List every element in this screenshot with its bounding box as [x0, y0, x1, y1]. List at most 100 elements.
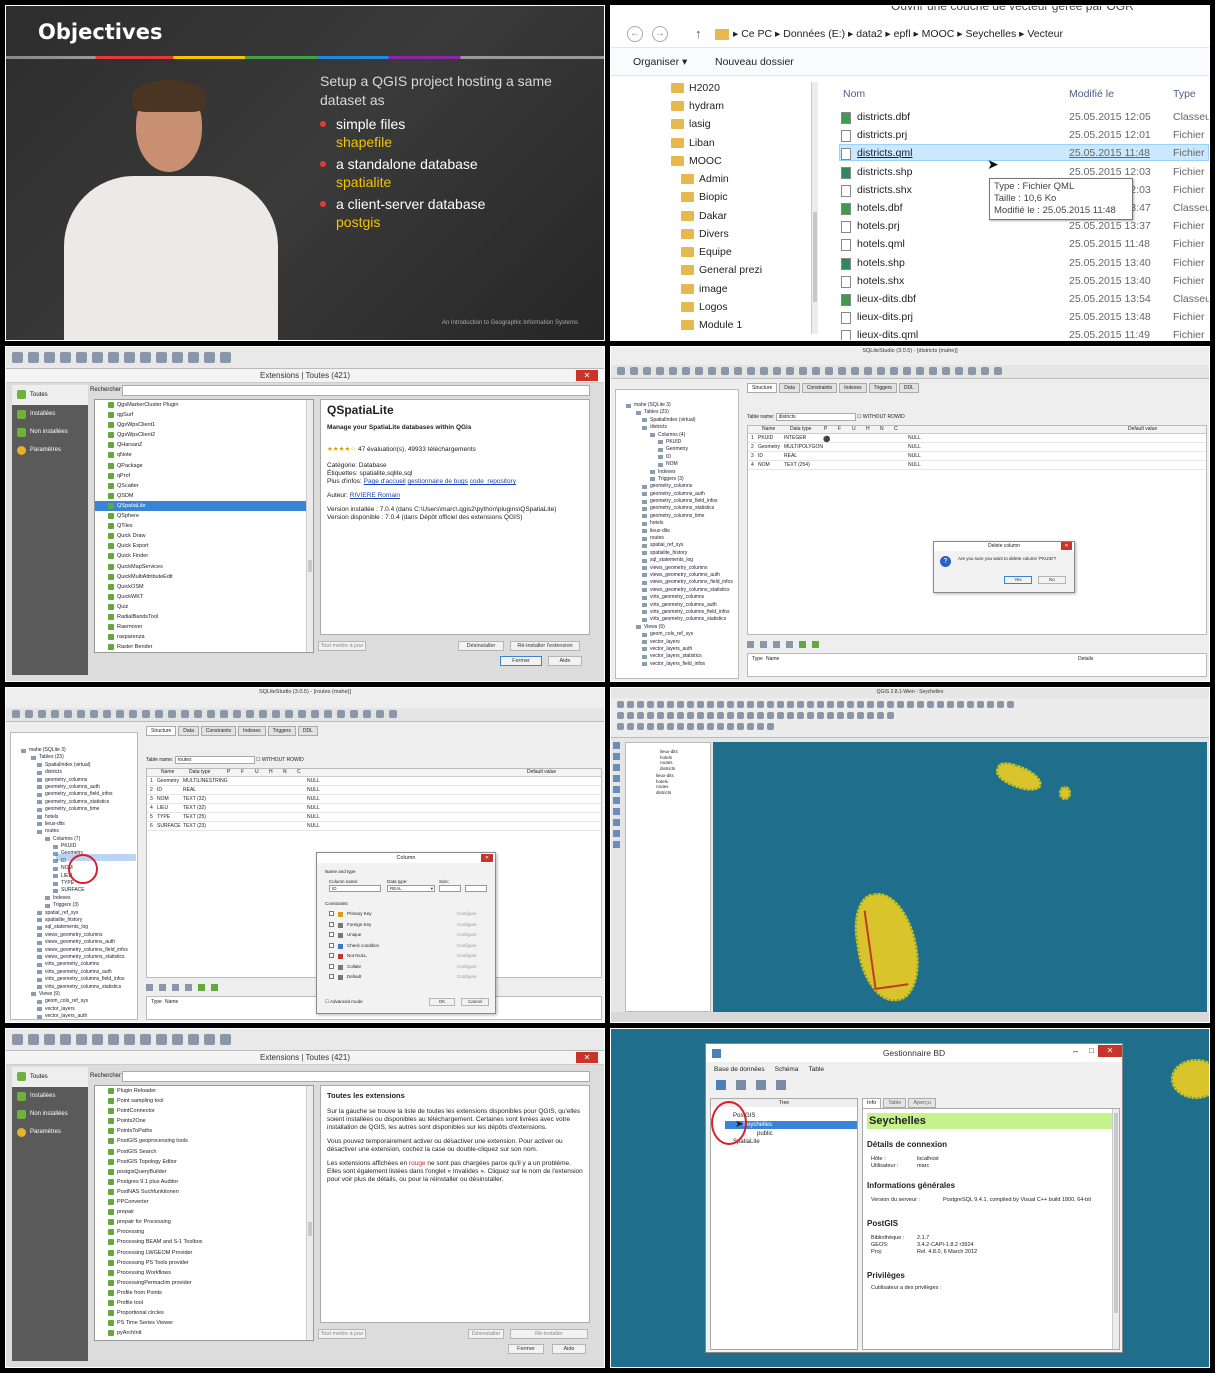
file-row[interactable]: lieux-dits.dbf 25.05.2015 13:54 Classeu — [839, 292, 1209, 308]
plugin-list-item[interactable]: QuickMapServices — [95, 562, 313, 572]
plugin-list-item[interactable]: PointConnector — [95, 1106, 313, 1116]
file-row[interactable]: hotels.shp 25.05.2015 13:40 Fichier — [839, 256, 1209, 272]
tree-item[interactable]: ID — [658, 454, 738, 461]
nav-settings[interactable]: Paramètres — [12, 441, 88, 459]
import-icon[interactable] — [756, 1080, 766, 1090]
reinstall-button[interactable]: Ré-installer — [510, 1329, 588, 1339]
plugin-list-item[interactable]: qNote — [95, 450, 313, 460]
tree-public[interactable]: public — [757, 1131, 773, 1137]
tree-item[interactable]: virts_geometry_columns_statistics — [642, 616, 738, 623]
tab-constraints[interactable]: Constraints — [200, 726, 237, 736]
tree-item[interactable]: PKUID — [53, 843, 137, 850]
tree-item[interactable]: vector_layers_field_infos — [642, 661, 738, 668]
tree-item[interactable]: SURFACE — [53, 887, 137, 894]
column-name-input[interactable]: ID — [329, 885, 381, 892]
folder-item[interactable]: Liban — [669, 137, 715, 149]
up-icon[interactable]: ↑ — [695, 26, 702, 41]
tree-item[interactable]: geometry_columns_time — [37, 806, 137, 813]
tree-item[interactable]: districts — [37, 769, 137, 776]
tree-item[interactable]: views_geometry_columns_auth — [642, 572, 738, 579]
tree-item[interactable]: virts_geometry_columns_auth — [642, 602, 738, 609]
file-row[interactable]: hotels.shx 25.05.2015 13:40 Fichier — [839, 274, 1209, 290]
tree-item[interactable]: spatial_ref_sys — [642, 542, 738, 549]
tab-preview[interactable]: Aperçu — [908, 1098, 936, 1108]
folder-item[interactable]: H2020 — [669, 82, 720, 94]
table-row[interactable]: 4 NOM TEXT (254) NULL — [748, 461, 1206, 470]
tree-item[interactable]: views_geometry_columns_field_infos — [642, 579, 738, 586]
tree-item[interactable]: Geometry — [658, 446, 738, 453]
tree-item[interactable]: Indexes — [45, 895, 137, 902]
tree-item[interactable]: spatialite_history — [37, 917, 137, 924]
close-icon[interactable]: ✕ — [1061, 542, 1072, 550]
nav-all[interactable]: Toutes — [12, 385, 88, 405]
crumb-4[interactable]: epfl — [894, 28, 911, 40]
tree-item[interactable]: hotels — [642, 520, 738, 527]
tree-item[interactable]: Tables (23) — [31, 754, 137, 761]
plugin-list-item[interactable]: QSpatiaLite — [95, 500, 313, 512]
data-type-select[interactable]: REAL ▾ — [387, 885, 435, 892]
plugin-list-item[interactable]: Processing BEAM and S-1 Toolbox — [95, 1237, 313, 1247]
folder-item[interactable]: Equipe — [679, 246, 732, 258]
tree-item[interactable]: geom_cols_ref_sys — [37, 998, 137, 1005]
reinstall-button[interactable]: Ré-installer l'extension — [510, 641, 580, 651]
plugin-list-item[interactable]: pyArchInit — [95, 1328, 313, 1338]
tree-item[interactable]: Columns (7) — [45, 836, 137, 843]
file-row[interactable]: hotels.qml 25.05.2015 11:48 Fichier — [839, 237, 1209, 253]
tab-info[interactable]: Info — [862, 1098, 882, 1108]
configure-button[interactable]: Configure — [457, 920, 477, 930]
tree-item[interactable]: sql_statements_log — [37, 924, 137, 931]
table-row[interactable]: 2 Geometry MULTIPOLYGON NULL — [748, 443, 1206, 452]
constraint-checkbox[interactable] — [329, 932, 334, 937]
folder-item[interactable]: lasig — [669, 118, 711, 130]
info-scrollbar[interactable] — [1112, 1109, 1119, 1349]
search-input[interactable] — [122, 1071, 590, 1082]
tree-item[interactable]: geometry_columns_statistics — [642, 505, 738, 512]
minimize-icon[interactable]: – — [1073, 1046, 1078, 1056]
plugin-list-item[interactable]: Points2One — [95, 1116, 313, 1126]
tree-item[interactable]: geometry_columns — [37, 777, 137, 784]
yes-button[interactable]: Yes — [1004, 576, 1032, 584]
tab-data[interactable]: Data — [779, 383, 800, 393]
file-row[interactable]: hotels.prj 25.05.2015 13:37 Fichier — [839, 219, 1209, 235]
folder-item[interactable]: Divers — [679, 228, 729, 240]
plugin-list-item[interactable]: QPackage — [95, 461, 313, 471]
nav-not-installed[interactable]: Non installées — [12, 1105, 88, 1123]
tree-item[interactable]: lieux-dits — [37, 821, 137, 828]
ok-button[interactable]: OK — [429, 998, 455, 1006]
plugin-list-item[interactable]: PostNAS Suchfunktionen — [95, 1187, 313, 1197]
tree-item[interactable]: Columns (4) — [650, 432, 738, 439]
folder-item[interactable]: Dakar — [679, 210, 727, 222]
folder-item[interactable]: Biopic — [679, 191, 728, 203]
plugin-list-item[interactable]: QSDM — [95, 491, 313, 501]
constraint-checkbox[interactable] — [329, 963, 334, 969]
tree-item[interactable]: NOM — [658, 461, 738, 468]
configure-button[interactable]: Configure — [457, 930, 477, 940]
plugin-list-item[interactable]: postgisQueryBuilder — [95, 1167, 313, 1177]
search-input[interactable] — [122, 385, 590, 396]
tree-item[interactable]: sql_statements_log — [642, 557, 738, 564]
tree-item[interactable]: SpatialIndex (virtual) — [642, 417, 738, 424]
no-button[interactable]: No — [1038, 576, 1066, 584]
plugin-list-item[interactable]: Raster Bender — [95, 642, 313, 652]
tree-item[interactable]: views_geometry_columns_statistics — [37, 954, 137, 961]
table-row[interactable]: 3 NOM TEXT (32) NULL — [147, 795, 601, 804]
tree-item[interactable]: Indexes — [650, 469, 738, 476]
sql-window-icon[interactable] — [736, 1080, 746, 1090]
nav-settings[interactable]: Paramètres — [12, 1123, 88, 1141]
plugin-list-item[interactable]: QTiles — [95, 521, 313, 531]
file-row[interactable]: lieux-dits.prj 25.05.2015 13:48 Fichier — [839, 310, 1209, 326]
tree-item[interactable]: SpatialIndex (virtual) — [37, 762, 137, 769]
file-row[interactable]: lieux-dits.qml 25.05.2015 11:49 Fichier — [839, 328, 1209, 340]
plugin-list-item[interactable]: Quiz — [95, 602, 313, 612]
configure-button[interactable]: Configure — [457, 909, 477, 919]
tree-item[interactable]: virts_geometry_columns_field_infos — [37, 976, 137, 983]
uninstall-button[interactable]: Désinstaller — [458, 641, 504, 651]
tree-item[interactable]: routes — [642, 535, 738, 542]
bugs-link[interactable]: gestionnaire de bugs — [408, 478, 468, 485]
plugin-list-item[interactable]: ProcessingPermaclim provider — [95, 1278, 313, 1288]
new-folder-button[interactable]: Nouveau dossier — [715, 56, 794, 68]
configure-button[interactable]: Configure — [457, 951, 477, 961]
plugin-list-item[interactable]: Processing PS Tools provider — [95, 1258, 313, 1268]
close-icon[interactable]: ✕ — [576, 1052, 598, 1063]
plugin-list-item[interactable]: PS Time Series Viewer — [95, 1318, 313, 1328]
